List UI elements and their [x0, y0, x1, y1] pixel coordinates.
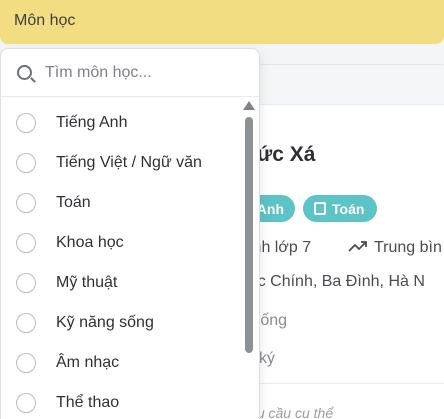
subject-option[interactable]: Khoa học — [1, 223, 241, 263]
subject-options-list: Tiếng Anh Tiếng Việt / Ngữ văn Toán Khoa… — [1, 103, 241, 419]
subject-option-label: Toán — [56, 194, 91, 211]
radio-button[interactable] — [16, 233, 36, 253]
address-text: ức Chính, Ba Đình, Hà N — [247, 273, 425, 290]
subject-option-label: Tiếng Anh — [56, 114, 128, 131]
subject-option[interactable]: Tiếng Anh — [1, 103, 241, 143]
subject-option-label: Mỹ thuật — [56, 274, 118, 291]
radio-button[interactable] — [16, 113, 36, 133]
dropdown-scrollbar[interactable] — [243, 101, 255, 419]
radio-button[interactable] — [16, 273, 36, 293]
radio-button[interactable] — [16, 313, 36, 333]
radio-button[interactable] — [16, 353, 36, 373]
subject-option[interactable]: Âm nhạc — [1, 343, 241, 383]
subject-option-label: Khoa học — [56, 234, 124, 251]
registration-text: ký — [259, 350, 275, 367]
tag-math: Toán — [303, 195, 377, 222]
subject-option-label: Tiếng Việt / Ngữ văn — [56, 154, 202, 171]
subject-filter-title: Môn học — [14, 12, 76, 29]
subject-option[interactable]: Thể thao — [1, 383, 241, 419]
subject-dropdown[interactable]: Tiếng Anh Tiếng Việt / Ngữ văn Toán Khoa… — [0, 48, 260, 419]
tutor-name: ức Xá — [257, 143, 316, 166]
subject-search-input[interactable] — [45, 61, 235, 85]
screen: Môn học ức Xá Anh Toán inh lớp 7 Trung b… — [0, 0, 444, 419]
subject-option[interactable]: Kỹ năng sống — [1, 303, 241, 343]
subject-option[interactable]: Mỹ thuật — [1, 263, 241, 303]
subject-option-label: Kỹ năng sống — [56, 314, 154, 331]
subject-option-label: Thể thao — [56, 394, 120, 411]
subject-filter-header[interactable]: Môn học — [0, 0, 444, 44]
tag-math-label: Toán — [332, 200, 365, 217]
subject-option[interactable]: Toán — [1, 183, 241, 223]
scroll-thumb[interactable] — [245, 117, 253, 353]
level-info: Trung bìn — [348, 239, 442, 257]
radio-button[interactable] — [16, 153, 36, 173]
calculator-icon — [314, 202, 326, 215]
search-icon — [17, 65, 32, 80]
level-text: Trung bìn — [374, 239, 442, 256]
radio-button[interactable] — [16, 193, 36, 213]
subject-option[interactable]: Tiếng Việt / Ngữ văn — [1, 143, 241, 183]
tag-english-label: Anh — [256, 200, 284, 217]
trending-up-icon — [348, 241, 367, 252]
subject-option-label: Âm nhạc — [56, 354, 120, 371]
radio-button[interactable] — [16, 393, 36, 413]
subject-search — [1, 49, 259, 97]
scroll-up-arrow-icon[interactable] — [243, 101, 255, 110]
